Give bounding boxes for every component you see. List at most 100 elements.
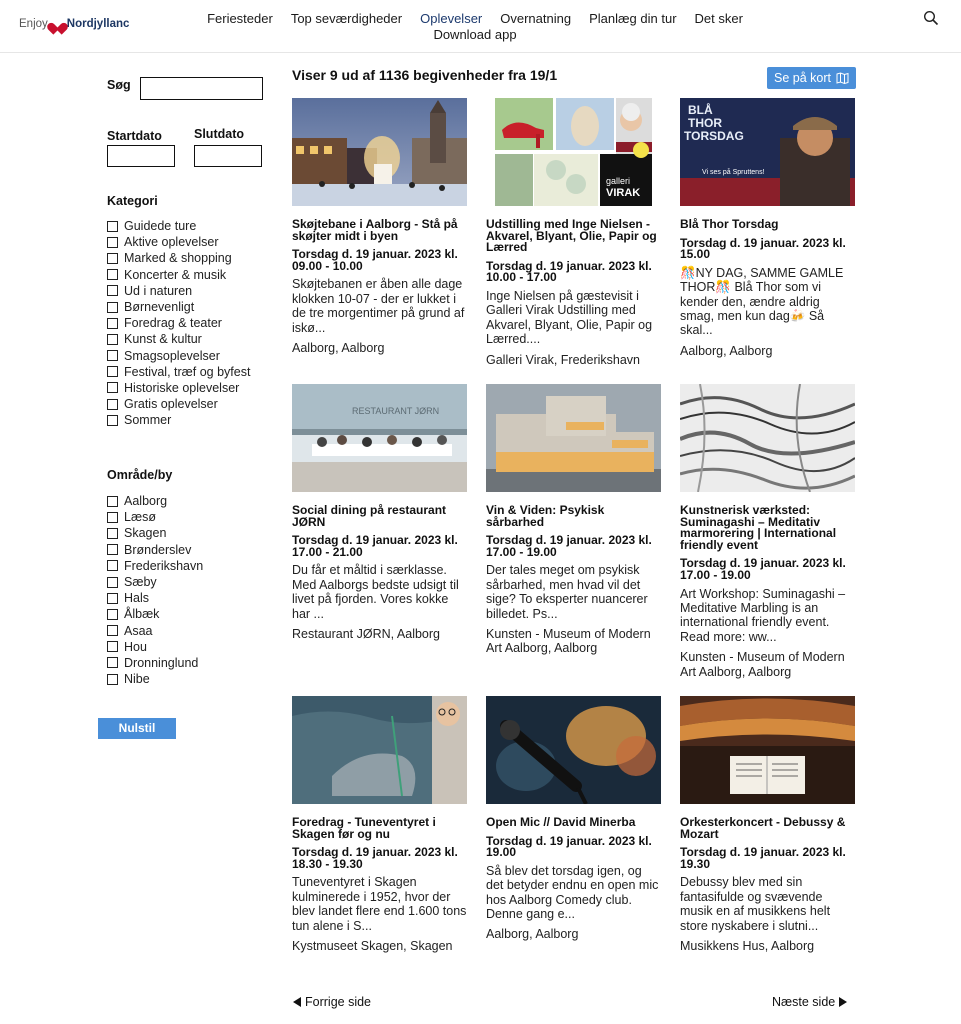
kategori-checkbox-item[interactable]: Sommer	[107, 412, 250, 428]
map-button[interactable]: Se på kort	[767, 67, 856, 89]
event-image[interactable]	[486, 696, 661, 804]
checkbox[interactable]	[107, 333, 118, 345]
checkbox[interactable]	[107, 366, 118, 378]
event-card[interactable]: galleri VIRAK Udstilling med Inge Nielse…	[486, 98, 662, 367]
event-image[interactable]: BLÅ THOR TORSDAG Vi ses på Spruttens!	[680, 98, 855, 206]
event-location: Aalborg, Aalborg	[680, 343, 773, 358]
search-icon[interactable]	[923, 10, 939, 26]
kategori-checkbox-item[interactable]: Guidede ture	[107, 218, 250, 234]
kategori-checkbox-item[interactable]: Gratis oplevelser	[107, 396, 250, 412]
event-image[interactable]	[680, 696, 855, 804]
event-title[interactable]: Open Mic // David Minerba	[486, 816, 662, 829]
nav-item-oplevelser[interactable]: Oplevelser	[411, 11, 491, 27]
results-title: Viser 9 ud af 1136 begivenheder fra 19/1	[292, 67, 558, 83]
event-card[interactable]: Open Mic // David Minerba Torsdag d. 19 …	[486, 696, 662, 942]
omraade-checkbox-item[interactable]: Ålbæk	[107, 606, 203, 622]
kategori-checkbox-item[interactable]: Historiske oplevelser	[107, 380, 250, 396]
kategori-checkbox-item[interactable]: Festival, træf og byfest	[107, 364, 250, 380]
kategori-checkbox-item[interactable]: Kunst & kultur	[107, 331, 250, 347]
checkbox[interactable]	[107, 350, 118, 362]
event-title[interactable]: Vin & Viden: Psykisk sårbarhed	[486, 504, 662, 528]
omraade-checkbox-item[interactable]: Nibe	[107, 671, 203, 687]
checkbox[interactable]	[107, 608, 118, 620]
kategori-label: Koncerter & musik	[124, 267, 227, 282]
next-page-link[interactable]: Næste side	[772, 995, 848, 1009]
checkbox[interactable]	[107, 641, 118, 653]
event-title[interactable]: Social dining på restaurant JØRN	[292, 504, 468, 528]
event-image[interactable]	[486, 384, 661, 492]
event-card[interactable]: BLÅ THOR TORSDAG Vi ses på Spruttens! Bl…	[680, 98, 856, 358]
omraade-checkbox-item[interactable]: Dronninglund	[107, 655, 203, 671]
kategori-label: Aktive oplevelser	[124, 235, 219, 250]
nav-item-planlaeg[interactable]: Planlæg din tur	[580, 11, 685, 27]
checkbox[interactable]	[107, 269, 118, 281]
main-nav: Feriesteder Top seværdigheder Oplevelser…	[180, 11, 770, 43]
event-image[interactable]	[292, 696, 467, 804]
nav-item-top-sevaerdigheder[interactable]: Top seværdigheder	[282, 11, 411, 27]
omraade-checkbox-item[interactable]: Hou	[107, 639, 203, 655]
checkbox[interactable]	[107, 495, 118, 507]
omraade-checkbox-item[interactable]: Sæby	[107, 574, 203, 590]
kategori-checkbox-item[interactable]: Koncerter & musik	[107, 267, 250, 283]
nav-item-feriesteder[interactable]: Feriesteder	[198, 11, 282, 27]
site-logo[interactable]: Enjoy Nordjyllanc	[19, 18, 129, 30]
nav-item-overnatning[interactable]: Overnatning	[491, 11, 580, 27]
event-title[interactable]: Skøjtebane i Aalborg - Stå på skøjter mi…	[292, 218, 468, 242]
event-card[interactable]: Orkesterkoncert - Debussy & Mozart Torsd…	[680, 696, 856, 953]
checkbox[interactable]	[107, 511, 118, 523]
event-title[interactable]: Blå Thor Torsdag	[680, 218, 856, 231]
checkbox[interactable]	[107, 252, 118, 264]
kategori-checkbox-item[interactable]: Aktive oplevelser	[107, 234, 250, 250]
kategori-label: Sommer	[124, 413, 172, 428]
nav-item-det-sker[interactable]: Det sker	[686, 11, 752, 27]
checkbox[interactable]	[107, 236, 118, 248]
reset-button[interactable]: Nulstil	[98, 718, 176, 739]
checkbox[interactable]	[107, 285, 118, 297]
prev-page-link[interactable]: Forrige side	[293, 995, 371, 1009]
slutdato-input[interactable]	[194, 145, 262, 167]
checkbox[interactable]	[107, 398, 118, 410]
omraade-checkbox-item[interactable]: Aalborg	[107, 493, 203, 509]
omraade-checkbox-item[interactable]: Asaa	[107, 623, 203, 639]
checkbox[interactable]	[107, 544, 118, 556]
event-image[interactable]	[680, 384, 855, 492]
kategori-checkbox-item[interactable]: Foredrag & teater	[107, 315, 250, 331]
checkbox[interactable]	[107, 657, 118, 669]
kategori-checkbox-item[interactable]: Børnevenligt	[107, 299, 250, 315]
checkbox[interactable]	[107, 625, 118, 637]
checkbox[interactable]	[107, 414, 118, 426]
checkbox[interactable]	[107, 592, 118, 604]
checkbox[interactable]	[107, 220, 118, 232]
omraade-checkbox-item[interactable]: Brønderslev	[107, 542, 203, 558]
event-card[interactable]: RESTAURANT JØRN Social dining på restaur…	[292, 384, 468, 641]
kategori-checkbox-item[interactable]: Smagsoplevelser	[107, 348, 250, 364]
event-image[interactable]: galleri VIRAK	[486, 98, 661, 206]
startdato-input[interactable]	[107, 145, 175, 167]
omraade-checkbox-item[interactable]: Hals	[107, 590, 203, 606]
checkbox[interactable]	[107, 560, 118, 572]
event-title[interactable]: Kunstnerisk værksted: Suminagashi – Medi…	[680, 504, 856, 551]
kategori-checkbox-item[interactable]: Ud i naturen	[107, 283, 250, 299]
checkbox[interactable]	[107, 301, 118, 313]
search-input[interactable]	[140, 77, 263, 100]
event-image[interactable]	[292, 98, 467, 206]
kategori-checkbox-item[interactable]: Marked & shopping	[107, 250, 250, 266]
event-title[interactable]: Orkesterkoncert - Debussy & Mozart	[680, 816, 856, 840]
checkbox[interactable]	[107, 576, 118, 588]
event-card[interactable]: Skøjtebane i Aalborg - Stå på skøjter mi…	[292, 98, 468, 355]
omraade-checkbox-item[interactable]: Læsø	[107, 509, 203, 525]
checkbox[interactable]	[107, 527, 118, 539]
event-image[interactable]: RESTAURANT JØRN	[292, 384, 467, 492]
omraade-label: Dronninglund	[124, 655, 199, 670]
event-card[interactable]: Vin & Viden: Psykisk sårbarhed Torsdag d…	[486, 384, 662, 656]
nav-item-download-app[interactable]: Download app	[424, 27, 525, 43]
event-card[interactable]: Foredrag - Tuneventyret i Skagen før og …	[292, 696, 468, 953]
event-title[interactable]: Foredrag - Tuneventyret i Skagen før og …	[292, 816, 468, 840]
checkbox[interactable]	[107, 382, 118, 394]
event-card[interactable]: Kunstnerisk værksted: Suminagashi – Medi…	[680, 384, 856, 679]
checkbox[interactable]	[107, 673, 118, 685]
event-title[interactable]: Udstilling med Inge Nielsen - Akvarel, B…	[486, 218, 662, 254]
checkbox[interactable]	[107, 317, 118, 329]
omraade-checkbox-item[interactable]: Frederikshavn	[107, 558, 203, 574]
omraade-checkbox-item[interactable]: Skagen	[107, 525, 203, 541]
